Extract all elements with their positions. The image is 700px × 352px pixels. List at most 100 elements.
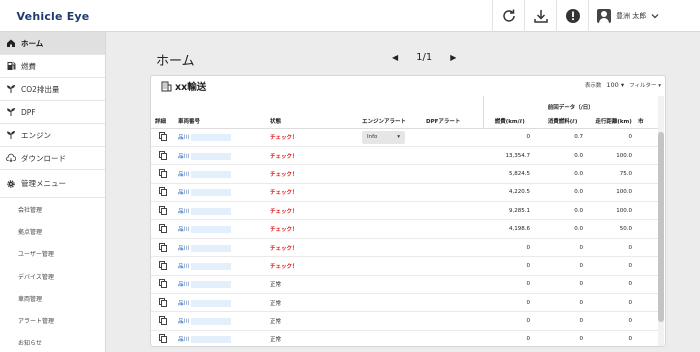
copy-icon[interactable]	[159, 316, 167, 326]
sidebar-subitem-vehicles[interactable]: 車両管理	[0, 287, 105, 309]
vehicle-cell[interactable]: 品川	[178, 164, 270, 184]
table-row[interactable]: 品川 チェック！ 13,354.7 0.0 100.0	[151, 146, 659, 166]
download-button[interactable]	[524, 0, 556, 32]
vehicle-cell[interactable]: 品川	[178, 128, 270, 147]
sidebar-subitem-users[interactable]: ユーザー管理	[0, 243, 105, 265]
user-menu[interactable]: 豊洲 太郎	[588, 0, 700, 32]
vehicle-number[interactable]: 品川	[178, 246, 189, 252]
copy-icon[interactable]	[159, 334, 167, 344]
table-row[interactable]: 品川 正常 0 0 0	[151, 275, 659, 295]
alert-button[interactable]	[556, 0, 588, 32]
detail-cell[interactable]	[151, 201, 178, 221]
sidebar-item-download[interactable]: ダウンロード	[0, 147, 105, 170]
vehicle-number[interactable]: 品川	[178, 172, 189, 178]
vehicle-cell[interactable]: 品川	[178, 238, 270, 258]
sidebar-item-co2[interactable]: CO2排出量	[0, 78, 105, 101]
sidebar-admin-menu[interactable]: 管理メニュー	[0, 170, 105, 198]
pager: ◀ 1/1 ▶	[392, 52, 456, 63]
detail-cell[interactable]	[151, 164, 178, 184]
detail-cell[interactable]	[151, 219, 178, 239]
sidebar-item-home[interactable]: ホーム	[0, 32, 105, 55]
copy-icon[interactable]	[159, 168, 167, 178]
detail-cell[interactable]	[151, 183, 178, 203]
copy-icon[interactable]	[159, 260, 167, 270]
vehicle-cell[interactable]: 品川	[178, 311, 270, 331]
vehicle-number[interactable]: 品川	[178, 209, 189, 215]
col-fuel-used[interactable]: 消費燃料(ℓ)	[536, 112, 590, 129]
app-logo[interactable]: Vehicle Eye	[0, 0, 106, 32]
table-row[interactable]: 品川 チェック！ 0 0 0	[151, 256, 659, 276]
vehicle-number[interactable]: 品川	[178, 301, 189, 307]
vehicle-number[interactable]: 品川	[178, 227, 189, 233]
detail-cell[interactable]	[151, 238, 178, 258]
copy-icon[interactable]	[159, 297, 167, 307]
sidebar-item-dpf[interactable]: DPF	[0, 101, 105, 124]
detail-cell[interactable]	[151, 146, 178, 166]
col-status[interactable]: 状態	[270, 112, 362, 129]
sidebar-subitem-company[interactable]: 会社管理	[0, 198, 105, 220]
vehicle-cell[interactable]: 品川	[178, 293, 270, 313]
detail-cell[interactable]	[151, 128, 178, 147]
table-row[interactable]: 品川 正常 0 0 0	[151, 330, 659, 346]
prev-page-icon[interactable]: ◀	[392, 53, 398, 62]
table-row[interactable]: 品川 チェック！ 0 0 0	[151, 238, 659, 258]
avatar-icon	[597, 9, 611, 23]
copy-icon[interactable]	[159, 224, 167, 234]
vehicle-number[interactable]: 品川	[178, 154, 189, 160]
refresh-button[interactable]	[492, 0, 524, 32]
copy-icon[interactable]	[159, 150, 167, 160]
copy-icon[interactable]	[159, 132, 167, 142]
table-row[interactable]: 品川 チェック！ 5,824.5 0.0 75.0	[151, 164, 659, 184]
per-page-select[interactable]: 100 ▾	[606, 81, 624, 89]
sidebar-item-engine[interactable]: エンジン	[0, 124, 105, 147]
vehicle-cell[interactable]: 品川	[178, 146, 270, 166]
col-vehicle[interactable]: 車両番号	[178, 112, 270, 129]
vehicle-id-redacted	[191, 189, 232, 197]
table-row[interactable]: 品川 チェック！ 4,220.5 0.0 100.0	[151, 183, 659, 203]
vehicle-number[interactable]: 品川	[178, 264, 189, 270]
vehicle-number[interactable]: 品川	[178, 337, 189, 343]
vehicle-cell[interactable]: 品川	[178, 330, 270, 346]
engine-alert-dropdown[interactable]: Info ▾	[362, 130, 405, 144]
vehicle-cell[interactable]: 品川	[178, 219, 270, 239]
vehicle-cell[interactable]: 品川	[178, 183, 270, 203]
vehicle-cell[interactable]: 品川	[178, 256, 270, 276]
col-engine-alert[interactable]: エンジンアラート	[362, 112, 426, 129]
copy-icon[interactable]	[159, 187, 167, 197]
sidebar-subitem-notices[interactable]: お知らせ	[0, 332, 105, 352]
detail-cell[interactable]	[151, 330, 178, 346]
detail-cell[interactable]	[151, 311, 178, 331]
sidebar-subitem-base[interactable]: 拠点管理	[0, 220, 105, 242]
col-distance[interactable]: 走行距離(km)	[589, 112, 639, 129]
table-row[interactable]: 品川 チェック！ 4,198.6 0.0 50.0	[151, 219, 659, 239]
vehicle-cell[interactable]: 品川	[178, 201, 270, 221]
table-row[interactable]: 品川 チェック！ 9,285.1 0.0 100.0	[151, 201, 659, 221]
fuel-eff-cell: 0	[483, 128, 537, 147]
sidebar-subitem-alerts[interactable]: アラート管理	[0, 309, 105, 331]
table-row[interactable]: 品川 チェック！ Info ▾ 0 0.7 0	[151, 128, 659, 147]
sidebar-item-label: 燃費	[21, 61, 36, 71]
copy-icon[interactable]	[159, 242, 167, 252]
next-page-icon[interactable]: ▶	[450, 53, 456, 62]
col-dpf-alert[interactable]: DPFアラート	[426, 112, 484, 129]
sidebar-subitem-devices[interactable]: デバイス管理	[0, 265, 105, 287]
vehicle-number[interactable]: 品川	[178, 319, 189, 325]
copy-icon[interactable]	[159, 205, 167, 215]
vehicle-number[interactable]: 品川	[178, 190, 189, 196]
group-header: 前回データ（/日）	[482, 96, 659, 112]
table-row[interactable]: 品川 正常 0 0 0	[151, 311, 659, 331]
col-fuel-eff[interactable]: 燃費(km/ℓ)	[482, 112, 537, 129]
detail-cell[interactable]	[151, 275, 178, 295]
vehicle-number[interactable]: 品川	[178, 135, 189, 141]
copy-icon[interactable]	[159, 279, 167, 289]
vehicle-number[interactable]: 品川	[178, 282, 189, 288]
vehicle-cell[interactable]: 品川	[178, 275, 270, 295]
table-scrollbar[interactable]	[658, 96, 664, 346]
detail-cell[interactable]	[151, 293, 178, 313]
sidebar-item-fuel[interactable]: 燃費	[0, 55, 105, 78]
table-row[interactable]: 品川 正常 0 0 0	[151, 293, 659, 313]
filter-button[interactable]: フィルター ▾	[629, 81, 661, 89]
scrollbar-thumb[interactable]	[658, 132, 664, 322]
col-extra[interactable]: 市	[638, 112, 659, 129]
detail-cell[interactable]	[151, 256, 178, 276]
